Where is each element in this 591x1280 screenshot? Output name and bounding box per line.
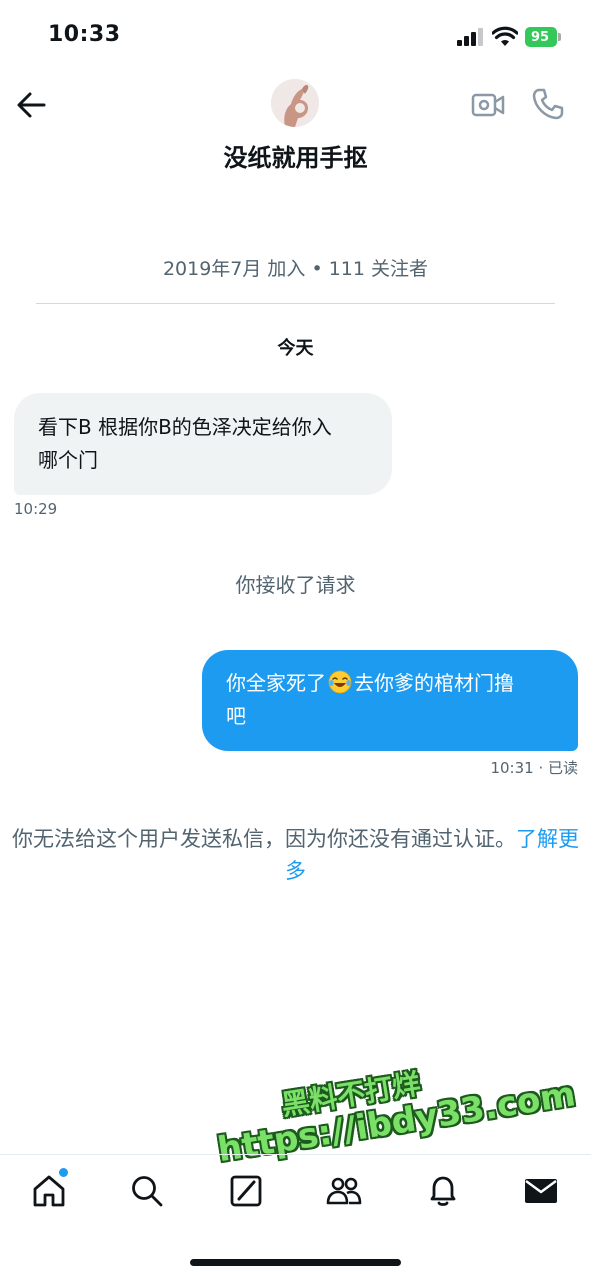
message-text: 你全家死了 [226,671,326,695]
message-text-line: 看下B 根据你B的色泽决定给你入 [38,415,332,439]
message-text: 去你爹的棺材门撸 [354,671,514,695]
avatar[interactable] [271,79,319,127]
date-separator: 今天 [277,338,314,359]
back-arrow-icon[interactable] [14,88,48,122]
communities-icon [326,1177,362,1205]
message-text-line: 吧 [226,704,246,728]
wifi-icon [492,26,518,46]
tab-communities[interactable] [325,1172,363,1210]
system-message: 你接收了请求 [235,573,356,597]
profile-meta: 2019年7月 加入 • 111 关注者 [162,258,429,280]
tab-notifications[interactable] [424,1172,462,1210]
notice-text: 你无法给这个用户发送私信，因为你还没有通过认证。 [12,827,516,851]
battery-nub [558,33,561,41]
bell-icon [430,1176,456,1206]
tab-search[interactable] [128,1172,166,1210]
contact-name[interactable]: 没纸就用手抠 [0,138,591,173]
tab-messages[interactable] [522,1172,560,1210]
incoming-message-bubble[interactable]: 看下B 根据你B的色泽决定给你入 哪个门 [14,393,392,495]
message-text-line: 哪个门 [38,448,98,472]
avatar-ok-hand-icon [271,79,319,127]
verification-notice: 你无法给这个用户发送私信，因为你还没有通过认证。了解更多 [10,823,581,887]
notification-dot [58,1167,69,1178]
search-icon [132,1176,163,1207]
video-call-icon[interactable] [470,87,506,123]
divider [36,303,555,304]
message-timestamp-read: 10:31 · 已读 [490,759,578,777]
envelope-icon [525,1179,557,1203]
watermark: 黑料不打烊 https://ibdy33.com [196,1023,578,1183]
status-time: 10:33 [48,22,121,47]
tab-compose[interactable] [227,1172,265,1210]
compose-icon [230,1175,262,1207]
tears-of-joy-emoji-icon [328,670,352,694]
phone-call-icon[interactable] [530,86,566,122]
message-text-line: 你全家死了 去你爹的棺材门撸 [226,667,554,700]
outgoing-message-bubble[interactable]: 你全家死了 去你爹的棺材门撸 吧 [202,650,578,751]
battery-icon: 95 [525,27,561,47]
home-indicator [190,1259,401,1266]
message-timestamp: 10:29 [14,500,58,518]
signal-icon [457,28,483,46]
tab-bar-divider [0,1154,591,1155]
battery-level: 95 [525,27,557,47]
